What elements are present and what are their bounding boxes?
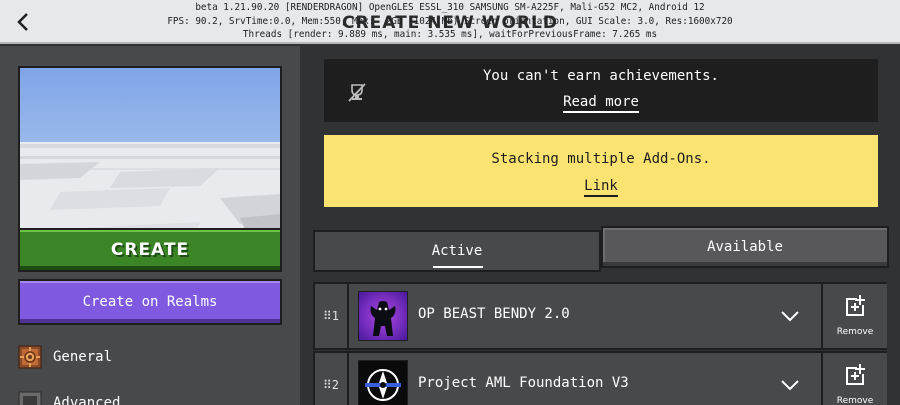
gear-block-icon bbox=[18, 345, 42, 369]
addons-message: Stacking multiple Add-Ons. bbox=[491, 151, 711, 167]
tab-available-label: Available bbox=[707, 239, 783, 255]
debug-line: FPS: 90.2, SrvTime:0.0, Mem:550, Max: 2G… bbox=[167, 15, 733, 27]
remove-pack-button[interactable]: Remove bbox=[821, 284, 887, 348]
pack-row: ⠿ 2 Project AML Foundation V3 Remove bbox=[313, 351, 887, 405]
create-button[interactable]: CREATE bbox=[18, 228, 282, 272]
pack-thumbnail bbox=[358, 360, 408, 405]
remove-icon bbox=[846, 364, 867, 385]
sidebar-item-label: Advanced bbox=[53, 395, 121, 405]
debug-overlay: beta 1.21.90.20 [RENDERDRAGON] OpenGLES … bbox=[0, 1, 900, 42]
pack-name: Project AML Foundation V3 bbox=[418, 375, 629, 391]
tab-active-label: Active bbox=[431, 243, 483, 259]
drag-handle[interactable]: ⠿ 1 bbox=[315, 284, 349, 348]
right-panel: You can't earn achievements. Read more S… bbox=[300, 46, 900, 405]
top-bar: CREATE NEW WORLD beta 1.21.90.20 [RENDER… bbox=[0, 0, 900, 44]
create-on-realms-button[interactable]: Create on Realms bbox=[18, 279, 282, 325]
pack-name: OP BEAST BENDY 2.0 bbox=[418, 306, 570, 322]
chevron-down-icon[interactable] bbox=[778, 373, 802, 397]
drag-handle-icon: ⠿ bbox=[322, 309, 332, 323]
pack-row: ⠿ 1 OP BEAST BENDY 2.0 Remove bbox=[313, 282, 887, 350]
debug-line: beta 1.21.90.20 [RENDERDRAGON] OpenGLES … bbox=[195, 2, 705, 13]
advanced-icon bbox=[18, 391, 42, 405]
pack-thumbnail bbox=[358, 291, 408, 341]
achievements-message: You can't earn achievements. bbox=[482, 68, 719, 84]
remove-label: Remove bbox=[836, 327, 874, 337]
tab-active[interactable]: Active bbox=[313, 230, 601, 272]
remove-label: Remove bbox=[836, 396, 874, 405]
achievements-notice: You can't earn achievements. Read more bbox=[324, 59, 878, 122]
left-panel: CREATE Create on Realms General Advanced bbox=[0, 46, 300, 405]
remove-icon bbox=[846, 295, 867, 316]
chevron-down-icon[interactable] bbox=[778, 304, 802, 328]
create-button-label: CREATE bbox=[110, 240, 190, 260]
tab-available[interactable]: Available bbox=[601, 226, 889, 268]
sidebar-item-label: General bbox=[53, 349, 113, 365]
read-more-link[interactable]: Read more bbox=[563, 94, 639, 113]
addons-notice: Stacking multiple Add-Ons. Link bbox=[324, 135, 878, 207]
pack-index: 1 bbox=[331, 309, 340, 323]
create-on-realms-label: Create on Realms bbox=[82, 294, 218, 310]
sidebar-item-advanced[interactable]: Advanced bbox=[18, 390, 120, 405]
debug-line: Threads [render: 9.889 ms, main: 3.535 m… bbox=[242, 29, 658, 40]
pack-index: 2 bbox=[331, 378, 340, 392]
drag-handle-icon: ⠿ bbox=[322, 378, 332, 392]
remove-pack-button[interactable]: Remove bbox=[821, 353, 887, 405]
addons-link[interactable]: Link bbox=[584, 178, 618, 197]
drag-handle[interactable]: ⠿ 2 bbox=[315, 353, 349, 405]
sidebar-item-general[interactable]: General bbox=[18, 344, 112, 370]
tab-active-underline bbox=[433, 266, 483, 268]
